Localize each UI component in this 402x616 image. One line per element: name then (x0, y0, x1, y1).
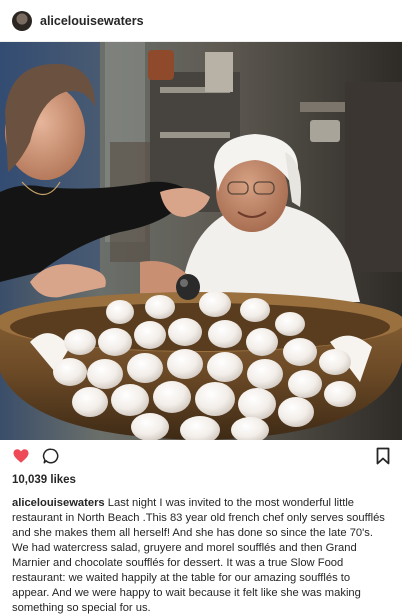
likes-count[interactable]: 10,039 likes (0, 474, 402, 486)
post-actions (0, 440, 402, 472)
comment-icon[interactable] (42, 447, 60, 465)
post-caption: alicelouisewaters Last night I was invit… (0, 496, 402, 616)
avatar[interactable] (12, 10, 32, 31)
post-header: alicelouisewaters (0, 0, 402, 42)
heart-filled-icon[interactable] (12, 447, 30, 465)
caption-username[interactable]: alicelouisewaters (12, 497, 105, 509)
instagram-post: alicelouisewaters 10,039 likes aliceloui… (0, 0, 402, 614)
bookmark-icon[interactable] (376, 447, 390, 465)
username[interactable]: alicelouisewaters (40, 14, 144, 28)
caption-text: Last night I was invited to the most won… (12, 497, 385, 614)
post-photo[interactable] (0, 42, 402, 440)
